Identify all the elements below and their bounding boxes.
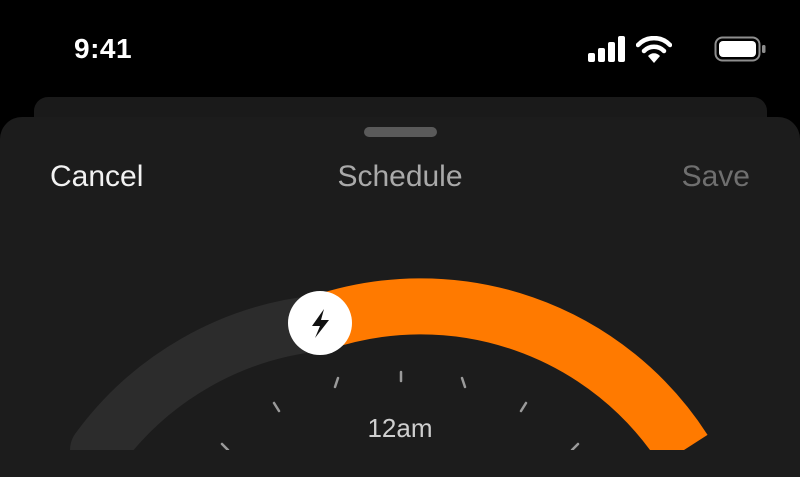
dial-hour-label: 12am xyxy=(367,413,432,443)
status-bar: 9:41 xyxy=(0,0,800,100)
dial-tick xyxy=(220,442,230,450)
dial-tick xyxy=(272,401,281,413)
status-time: 9:41 xyxy=(74,33,133,64)
schedule-dial[interactable]: 12am xyxy=(0,117,800,450)
wifi-icon xyxy=(636,36,672,63)
dial-tick xyxy=(519,401,528,413)
battery-icon xyxy=(714,36,766,62)
dial-tick xyxy=(333,376,340,389)
cellular-signal-icon xyxy=(588,36,625,62)
dial-tick xyxy=(460,376,467,389)
dial-track xyxy=(70,295,348,450)
schedule-sheet: Schedule Cancel Save 12am xyxy=(0,117,800,477)
dial-tick xyxy=(570,442,580,450)
dial-start-handle[interactable] xyxy=(288,291,352,355)
